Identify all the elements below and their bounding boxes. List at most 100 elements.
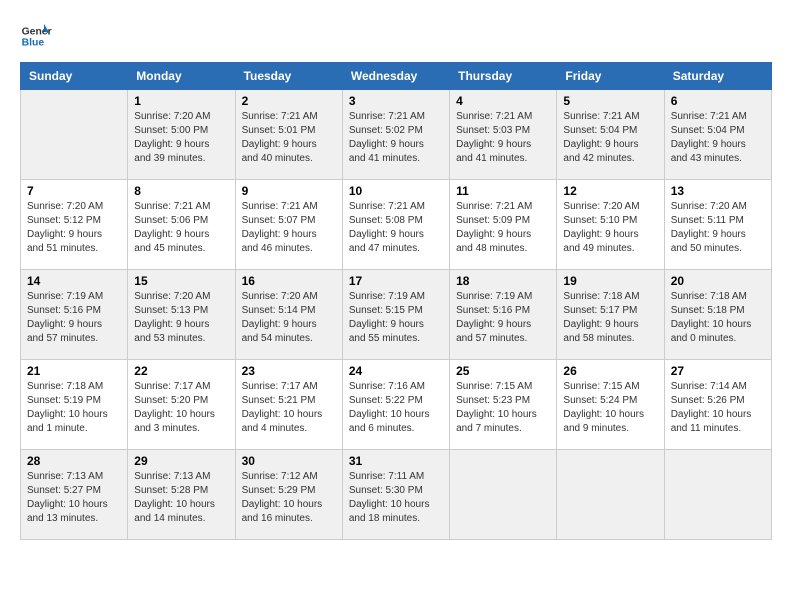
calendar-cell: 15 Sunrise: 7:20 AM Sunset: 5:13 PM Dayli…: [128, 270, 235, 360]
calendar-cell: 14 Sunrise: 7:19 AM Sunset: 5:16 PM Dayli…: [21, 270, 128, 360]
calendar-cell: 12 Sunrise: 7:20 AM Sunset: 5:10 PM Dayli…: [557, 180, 664, 270]
day-info: Sunrise: 7:18 AM Sunset: 5:18 PM Dayligh…: [671, 290, 765, 346]
calendar-cell: 18 Sunrise: 7:19 AM Sunset: 5:16 PM Dayli…: [450, 270, 557, 360]
calendar-cell: 4 Sunrise: 7:21 AM Sunset: 5:03 PM Daylig…: [450, 90, 557, 180]
calendar-cell: 10 Sunrise: 7:21 AM Sunset: 5:08 PM Dayli…: [342, 180, 449, 270]
day-info: Sunrise: 7:20 AM Sunset: 5:11 PM Dayligh…: [671, 200, 765, 256]
day-info: Sunrise: 7:21 AM Sunset: 5:08 PM Dayligh…: [349, 200, 443, 256]
day-number: 7: [27, 184, 121, 198]
day-info: Sunrise: 7:19 AM Sunset: 5:16 PM Dayligh…: [456, 290, 550, 346]
calendar-week-row: 7Sunrise: 7:20 AM Sunset: 5:12 PM Daylig…: [21, 180, 772, 270]
day-info: Sunrise: 7:20 AM Sunset: 5:14 PM Dayligh…: [242, 290, 336, 346]
day-info: Sunrise: 7:15 AM Sunset: 5:24 PM Dayligh…: [563, 380, 657, 436]
day-info: Sunrise: 7:21 AM Sunset: 5:01 PM Dayligh…: [242, 110, 336, 166]
day-number: 18: [456, 274, 550, 288]
day-info: Sunrise: 7:18 AM Sunset: 5:17 PM Dayligh…: [563, 290, 657, 346]
day-info: Sunrise: 7:11 AM Sunset: 5:30 PM Dayligh…: [349, 470, 443, 526]
calendar-cell: 25Sunrise: 7:15 AM Sunset: 5:23 PM Dayli…: [450, 360, 557, 450]
calendar-cell: 30 Sunrise: 7:12 AM Sunset: 5:29 PM Dayli…: [235, 450, 342, 540]
day-header-wednesday: Wednesday: [342, 63, 449, 90]
calendar-cell: 23Sunrise: 7:17 AM Sunset: 5:21 PM Dayli…: [235, 360, 342, 450]
calendar-cell: [664, 450, 771, 540]
calendar-cell: 8Sunrise: 7:21 AM Sunset: 5:06 PM Daylig…: [128, 180, 235, 270]
calendar-cell: 9Sunrise: 7:21 AM Sunset: 5:07 PM Daylig…: [235, 180, 342, 270]
day-header-monday: Monday: [128, 63, 235, 90]
calendar-cell: 7Sunrise: 7:20 AM Sunset: 5:12 PM Daylig…: [21, 180, 128, 270]
day-number: 14: [27, 274, 121, 288]
day-number: 27: [671, 364, 765, 378]
calendar-cell: [450, 450, 557, 540]
day-info: Sunrise: 7:12 AM Sunset: 5:29 PM Dayligh…: [242, 470, 336, 526]
day-number: 28: [27, 454, 121, 468]
calendar-week-row: 28 Sunrise: 7:13 AM Sunset: 5:27 PM Dayli…: [21, 450, 772, 540]
calendar-cell: 17 Sunrise: 7:19 AM Sunset: 5:15 PM Dayli…: [342, 270, 449, 360]
day-number: 30: [242, 454, 336, 468]
day-info: Sunrise: 7:21 AM Sunset: 5:02 PM Dayligh…: [349, 110, 443, 166]
day-number: 19: [563, 274, 657, 288]
calendar-cell: 2 Sunrise: 7:21 AM Sunset: 5:01 PM Daylig…: [235, 90, 342, 180]
day-header-sunday: Sunday: [21, 63, 128, 90]
day-number: 17: [349, 274, 443, 288]
day-number: 3: [349, 94, 443, 108]
calendar-week-row: 1Sunrise: 7:20 AM Sunset: 5:00 PM Daylig…: [21, 90, 772, 180]
day-number: 5: [563, 94, 657, 108]
day-info: Sunrise: 7:20 AM Sunset: 5:13 PM Dayligh…: [134, 290, 228, 346]
day-info: Sunrise: 7:16 AM Sunset: 5:22 PM Dayligh…: [349, 380, 443, 436]
day-number: 22: [134, 364, 228, 378]
calendar-cell: 21Sunrise: 7:18 AM Sunset: 5:19 PM Dayli…: [21, 360, 128, 450]
calendar-header-row: SundayMondayTuesdayWednesdayThursdayFrid…: [21, 63, 772, 90]
day-number: 23: [242, 364, 336, 378]
calendar-week-row: 21Sunrise: 7:18 AM Sunset: 5:19 PM Dayli…: [21, 360, 772, 450]
day-header-friday: Friday: [557, 63, 664, 90]
day-info: Sunrise: 7:20 AM Sunset: 5:00 PM Dayligh…: [134, 110, 228, 166]
day-number: 13: [671, 184, 765, 198]
day-info: Sunrise: 7:21 AM Sunset: 5:09 PM Dayligh…: [456, 200, 550, 256]
day-number: 2: [242, 94, 336, 108]
calendar-cell: 24 Sunrise: 7:16 AM Sunset: 5:22 PM Dayli…: [342, 360, 449, 450]
calendar-cell: 20 Sunrise: 7:18 AM Sunset: 5:18 PM Dayli…: [664, 270, 771, 360]
day-number: 6: [671, 94, 765, 108]
calendar-cell: 6 Sunrise: 7:21 AM Sunset: 5:04 PM Daylig…: [664, 90, 771, 180]
calendar-cell: 13 Sunrise: 7:20 AM Sunset: 5:11 PM Dayli…: [664, 180, 771, 270]
calendar-cell: 5 Sunrise: 7:21 AM Sunset: 5:04 PM Daylig…: [557, 90, 664, 180]
day-number: 4: [456, 94, 550, 108]
day-number: 20: [671, 274, 765, 288]
calendar-cell: 27Sunrise: 7:14 AM Sunset: 5:26 PM Dayli…: [664, 360, 771, 450]
day-info: Sunrise: 7:19 AM Sunset: 5:15 PM Dayligh…: [349, 290, 443, 346]
page-header: General Blue: [20, 20, 772, 52]
calendar-cell: 26Sunrise: 7:15 AM Sunset: 5:24 PM Dayli…: [557, 360, 664, 450]
day-info: Sunrise: 7:21 AM Sunset: 5:06 PM Dayligh…: [134, 200, 228, 256]
day-info: Sunrise: 7:21 AM Sunset: 5:03 PM Dayligh…: [456, 110, 550, 166]
day-info: Sunrise: 7:13 AM Sunset: 5:27 PM Dayligh…: [27, 470, 121, 526]
calendar-cell: 16 Sunrise: 7:20 AM Sunset: 5:14 PM Dayli…: [235, 270, 342, 360]
day-info: Sunrise: 7:19 AM Sunset: 5:16 PM Dayligh…: [27, 290, 121, 346]
day-number: 15: [134, 274, 228, 288]
day-number: 11: [456, 184, 550, 198]
calendar-table: SundayMondayTuesdayWednesdayThursdayFrid…: [20, 62, 772, 540]
day-info: Sunrise: 7:17 AM Sunset: 5:20 PM Dayligh…: [134, 380, 228, 436]
day-number: 31: [349, 454, 443, 468]
day-number: 12: [563, 184, 657, 198]
day-number: 24: [349, 364, 443, 378]
calendar-cell: [21, 90, 128, 180]
calendar-cell: [557, 450, 664, 540]
day-info: Sunrise: 7:21 AM Sunset: 5:04 PM Dayligh…: [671, 110, 765, 166]
day-number: 10: [349, 184, 443, 198]
day-info: Sunrise: 7:13 AM Sunset: 5:28 PM Dayligh…: [134, 470, 228, 526]
day-info: Sunrise: 7:20 AM Sunset: 5:10 PM Dayligh…: [563, 200, 657, 256]
svg-text:Blue: Blue: [22, 38, 45, 49]
calendar-cell: 3 Sunrise: 7:21 AM Sunset: 5:02 PM Daylig…: [342, 90, 449, 180]
calendar-cell: 1Sunrise: 7:20 AM Sunset: 5:00 PM Daylig…: [128, 90, 235, 180]
day-header-thursday: Thursday: [450, 63, 557, 90]
day-info: Sunrise: 7:21 AM Sunset: 5:07 PM Dayligh…: [242, 200, 336, 256]
day-number: 25: [456, 364, 550, 378]
calendar-cell: 28 Sunrise: 7:13 AM Sunset: 5:27 PM Dayli…: [21, 450, 128, 540]
calendar-cell: 19 Sunrise: 7:18 AM Sunset: 5:17 PM Dayli…: [557, 270, 664, 360]
calendar-cell: 22 Sunrise: 7:17 AM Sunset: 5:20 PM Dayli…: [128, 360, 235, 450]
calendar-cell: 31 Sunrise: 7:11 AM Sunset: 5:30 PM Dayli…: [342, 450, 449, 540]
day-info: Sunrise: 7:21 AM Sunset: 5:04 PM Dayligh…: [563, 110, 657, 166]
logo-icon: General Blue: [20, 20, 52, 52]
day-number: 16: [242, 274, 336, 288]
day-number: 29: [134, 454, 228, 468]
day-header-tuesday: Tuesday: [235, 63, 342, 90]
